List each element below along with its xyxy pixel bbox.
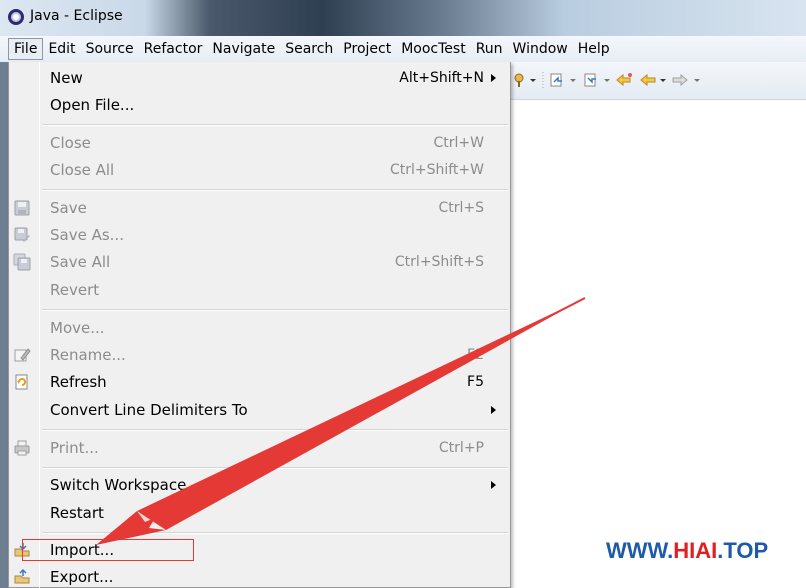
previous-annotation-icon[interactable]: [583, 72, 599, 88]
menu-item-label: Refresh: [50, 373, 107, 391]
menu-item-restart[interactable]: Restart: [9, 500, 510, 526]
chevron-down-icon[interactable]: [693, 72, 701, 88]
menu-separator: [42, 124, 508, 126]
export-icon: [14, 568, 30, 584]
menu-item-label: Close All: [50, 161, 115, 179]
menu-item-label: Open File...: [50, 96, 135, 114]
watermark-text: .TOP: [717, 538, 769, 563]
menu-item-switch-workspace[interactable]: Switch Workspace: [9, 472, 510, 498]
menu-item-label: Close: [50, 134, 91, 152]
menu-item-open-file[interactable]: Open File...: [9, 92, 510, 118]
watermark-text: WWW.: [606, 538, 674, 563]
search-icon[interactable]: [513, 72, 525, 88]
menu-item-close[interactable]: Close Ctrl+W: [9, 130, 510, 156]
menu-search[interactable]: Search: [280, 38, 338, 60]
submenu-arrow-icon: [491, 481, 496, 489]
menu-item-export[interactable]: Export...: [9, 564, 510, 588]
menu-item-convert-line-delimiters[interactable]: Convert Line Delimiters To: [9, 397, 510, 423]
menu-item-label: Print...: [50, 439, 99, 457]
next-annotation-icon[interactable]: [549, 72, 565, 88]
title-bar: Java - Eclipse: [0, 0, 806, 36]
save-disk-icon: [14, 200, 30, 216]
print-icon: [14, 440, 30, 456]
watermark: WWW.HIAI.TOP: [606, 538, 768, 564]
window-title: Java - Eclipse: [30, 8, 123, 24]
menu-separator: [42, 189, 508, 191]
toolbar: [511, 62, 806, 100]
submenu-arrow-icon: [491, 74, 496, 82]
chevron-down-icon[interactable]: [569, 72, 577, 88]
menu-item-label: Rename...: [50, 346, 126, 364]
menu-item-save-as[interactable]: Save As...: [9, 222, 510, 248]
chevron-down-icon[interactable]: [603, 72, 611, 88]
save-all-icon: [13, 253, 31, 271]
rename-pencil-icon: [14, 348, 31, 362]
menu-item-label: Save As...: [50, 226, 124, 244]
menu-item-close-all[interactable]: Close All Ctrl+Shift+W: [9, 157, 510, 183]
menu-file[interactable]: File: [8, 38, 44, 60]
menu-item-accelerator: Ctrl+S: [438, 200, 484, 216]
menu-item-accelerator: Ctrl+Shift+W: [389, 162, 484, 178]
workbench-edge: [0, 62, 8, 588]
menu-item-move[interactable]: Move...: [9, 315, 510, 341]
menu-item-label: Revert: [50, 281, 100, 299]
menu-item-label: Convert Line Delimiters To: [50, 401, 248, 419]
submenu-arrow-icon: [491, 406, 496, 414]
import-highlight-box: [22, 539, 194, 561]
menu-item-label: New: [50, 69, 83, 87]
menu-item-accelerator: Ctrl+W: [433, 135, 484, 151]
menu-item-label: Move...: [50, 319, 105, 337]
menu-item-accelerator: Ctrl+P: [438, 440, 484, 456]
menu-edit[interactable]: Edit: [43, 38, 80, 60]
menu-item-save[interactable]: Save Ctrl+S: [9, 195, 510, 221]
menu-item-accelerator: F2: [467, 347, 484, 363]
menu-separator: [42, 532, 508, 534]
menu-refactor[interactable]: Refactor: [139, 38, 208, 60]
menu-item-print[interactable]: Print... Ctrl+P: [9, 435, 510, 461]
menu-separator: [42, 429, 508, 431]
chevron-down-icon[interactable]: [659, 72, 667, 88]
file-menu-dropdown: New Alt+Shift+N Open File... Close Ctrl+…: [8, 62, 511, 588]
menu-bar: File Edit Source Refactor Navigate Searc…: [0, 36, 806, 62]
menu-window[interactable]: Window: [508, 38, 573, 60]
refresh-icon: [15, 374, 28, 390]
menu-item-save-all[interactable]: Save All Ctrl+Shift+S: [9, 249, 510, 275]
watermark-text: HIAI: [673, 538, 718, 563]
forward-arrow-icon[interactable]: [671, 72, 689, 88]
menu-mooctest[interactable]: MoocTest: [396, 38, 470, 60]
menu-help[interactable]: Help: [573, 38, 615, 60]
menu-item-new[interactable]: New Alt+Shift+N: [9, 65, 510, 91]
menu-navigate[interactable]: Navigate: [207, 38, 280, 60]
menu-item-accelerator: Ctrl+Shift+S: [394, 254, 484, 270]
menu-item-refresh[interactable]: Refresh F5: [9, 369, 510, 395]
save-as-icon: [14, 227, 30, 242]
menu-item-revert[interactable]: Revert: [9, 277, 510, 303]
menu-item-label: Save All: [50, 253, 111, 271]
menu-project[interactable]: Project: [338, 38, 396, 60]
menu-source[interactable]: Source: [81, 38, 139, 60]
menu-run[interactable]: Run: [471, 38, 508, 60]
menu-item-label: Export...: [50, 568, 114, 586]
toolbar-separator-icon: [542, 72, 544, 88]
menu-item-rename[interactable]: Rename... F2: [9, 342, 510, 368]
back-arrow-icon[interactable]: [639, 72, 657, 88]
menu-item-accelerator: Alt+Shift+N: [399, 70, 484, 86]
menu-separator: [42, 467, 508, 469]
chevron-down-icon[interactable]: [529, 72, 537, 88]
menu-separator: [42, 309, 508, 311]
menu-item-label: Save: [50, 199, 87, 217]
menu-item-label: Switch Workspace: [50, 476, 187, 494]
menu-item-label: Restart: [50, 504, 104, 522]
last-edit-location-icon[interactable]: [615, 72, 633, 88]
eclipse-logo-icon: [8, 9, 24, 25]
menu-item-accelerator: F5: [467, 374, 484, 390]
